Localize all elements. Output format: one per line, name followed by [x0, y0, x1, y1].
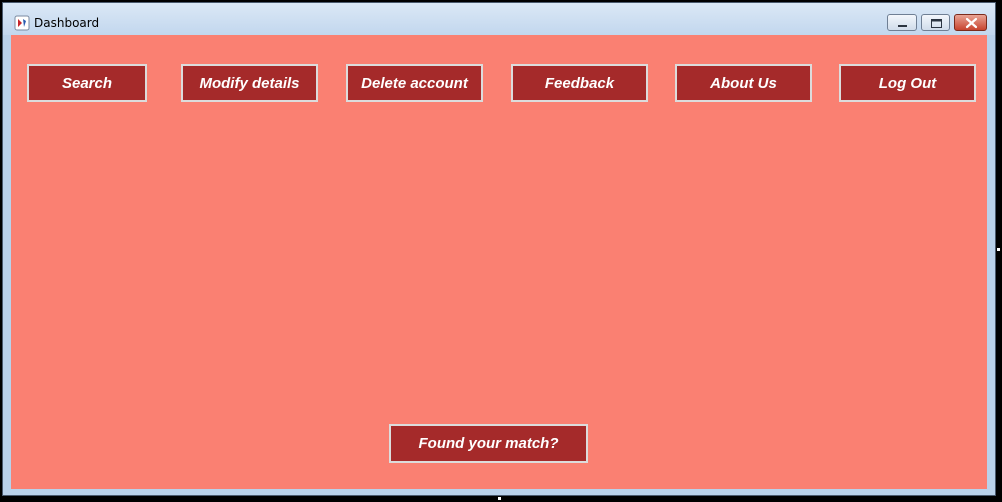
- resize-handle-right[interactable]: [996, 247, 1001, 252]
- about-us-button[interactable]: About Us: [675, 64, 812, 102]
- maximize-icon: [931, 19, 942, 28]
- minimize-icon: [898, 25, 907, 27]
- dashboard-panel: Search Modify details Delete account Fee…: [11, 35, 987, 489]
- close-icon: [965, 17, 978, 29]
- delete-account-button[interactable]: Delete account: [346, 64, 483, 102]
- found-your-match-button[interactable]: Found your match?: [389, 424, 588, 463]
- dashboard-window: Dashboard Search Modify details Delete a…: [2, 2, 996, 496]
- minimize-button[interactable]: [887, 14, 917, 31]
- title-bar[interactable]: Dashboard: [3, 3, 995, 35]
- close-button[interactable]: [954, 14, 987, 31]
- app-icon: [14, 15, 30, 31]
- log-out-button[interactable]: Log Out: [839, 64, 976, 102]
- resize-handle-bottom[interactable]: [497, 496, 502, 501]
- modify-details-button[interactable]: Modify details: [181, 64, 318, 102]
- window-title: Dashboard: [34, 16, 100, 30]
- search-button[interactable]: Search: [27, 64, 147, 102]
- feedback-button[interactable]: Feedback: [511, 64, 648, 102]
- maximize-button[interactable]: [921, 14, 950, 31]
